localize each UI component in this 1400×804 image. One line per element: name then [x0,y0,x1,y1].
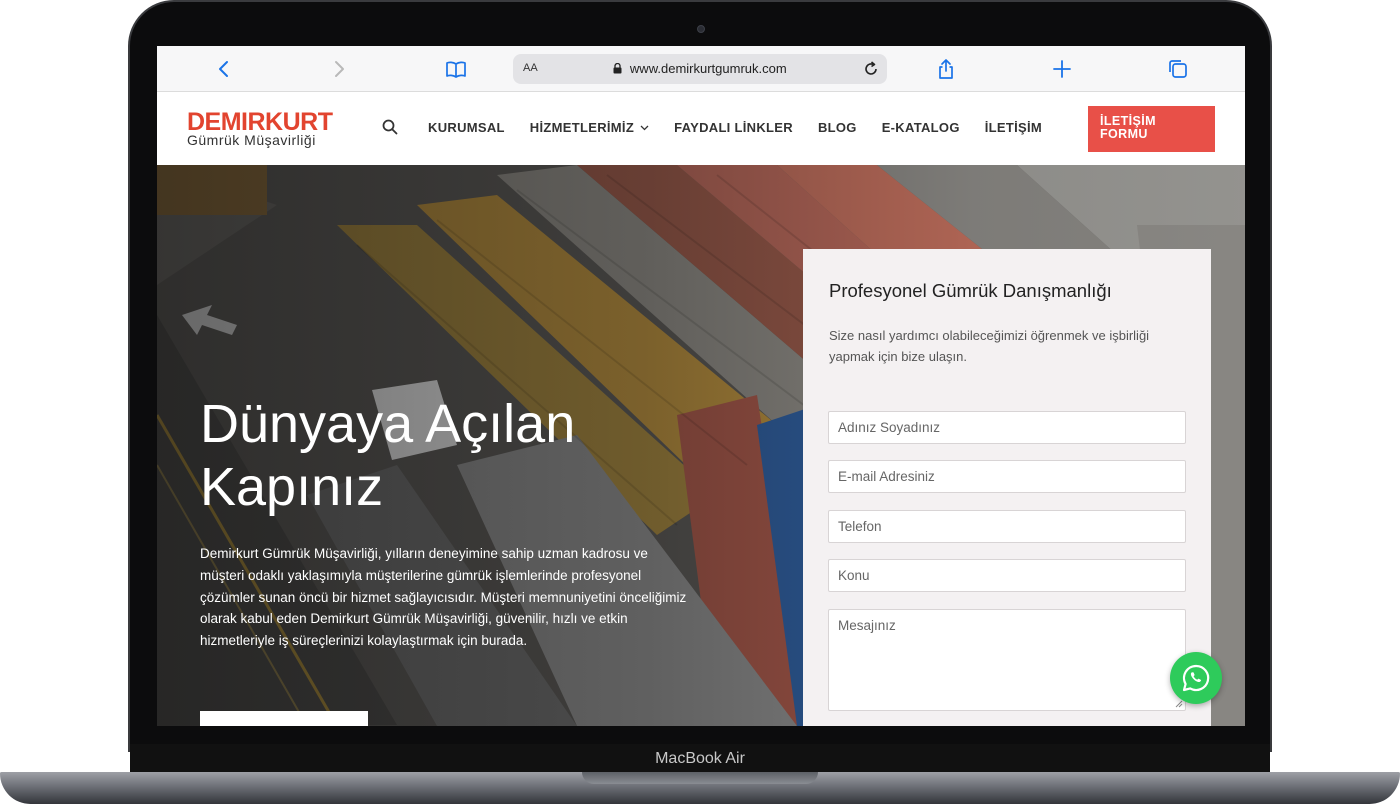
nav-blog[interactable]: BLOG [818,120,857,135]
phone-field[interactable]: Telefon [828,510,1186,543]
hero-cta-button[interactable] [200,711,368,726]
reload-icon[interactable] [861,59,881,79]
forward-icon[interactable] [328,58,350,80]
back-icon[interactable] [213,58,235,80]
cta-line2: FORMU [1100,127,1148,141]
hero-section: Dünyaya Açılan Kapınız Demirkurt Gümrük … [157,165,1245,726]
bookmarks-icon[interactable] [445,58,467,80]
laptop-hinge: MacBook Air [130,744,1270,774]
nav-faydali-linkler[interactable]: FAYDALI LİNKLER [674,120,793,135]
camera [697,25,705,33]
model-label: MacBook Air [655,750,745,767]
site-header: DEMIRKURT Gümrük Müşavirliği KURUMSAL Hİ… [157,92,1245,165]
form-title: Profesyonel Gümrük Danışmanlığı [829,280,1112,301]
nav-hizmetlerimiz[interactable]: HİZMETLERİMİZ [530,120,649,135]
whatsapp-icon [1182,664,1210,692]
logo-sub: Gümrük Müşavirliği [187,132,316,148]
subject-field[interactable]: Konu [828,559,1186,592]
new-tab-icon[interactable] [1051,58,1073,80]
email-field[interactable]: E-mail Adresiniz [828,460,1186,493]
screen: AA www.demirkurtgumruk.com DEMIRKURT Güm… [157,46,1245,726]
message-field[interactable]: Mesajınız [828,609,1186,711]
main-nav: KURUMSAL HİZMETLERİMİZ FAYDALI LİNKLER B… [428,120,1067,135]
resize-handle-icon[interactable] [1175,700,1183,708]
name-field[interactable]: Adınız Soyadınız [828,411,1186,444]
logo[interactable]: DEMIRKURT Gümrük Müşavirliği [187,109,333,147]
tabs-icon[interactable] [1167,58,1189,80]
nav-kurumsal[interactable]: KURUMSAL [428,120,505,135]
search-icon[interactable] [381,118,399,136]
nav-iletisim[interactable]: İLETİŞİM [985,120,1042,135]
nav-e-katalog[interactable]: E-KATALOG [882,120,960,135]
chevron-down-icon [640,125,649,130]
contact-form-button[interactable]: İLETİŞİM FORMU [1088,106,1215,152]
share-icon[interactable] [935,58,957,80]
address-bar[interactable]: AA www.demirkurtgumruk.com [513,54,887,84]
hero-description: Demirkurt Gümrük Müşavirliği, yılların d… [200,546,687,649]
hero-title-line1: Dünyaya Açılan [200,394,576,454]
lock-icon [613,63,622,74]
hero-title: Dünyaya Açılan Kapınız [200,393,720,519]
browser-toolbar: AA www.demirkurtgumruk.com [157,46,1245,92]
hero-title-line2: Kapınız [200,457,384,517]
whatsapp-button[interactable] [1170,652,1222,704]
message-placeholder: Mesajınız [838,618,896,633]
url-text: www.demirkurtgumruk.com [629,61,787,76]
nav-hizmetlerimiz-label: HİZMETLERİMİZ [529,120,635,135]
form-description: Size nasıl yardımcı olabileceğimizi öğre… [829,328,1150,364]
contact-form: Profesyonel Gümrük Danışmanlığı Size nas… [803,249,1211,726]
laptop-notch [582,772,818,784]
